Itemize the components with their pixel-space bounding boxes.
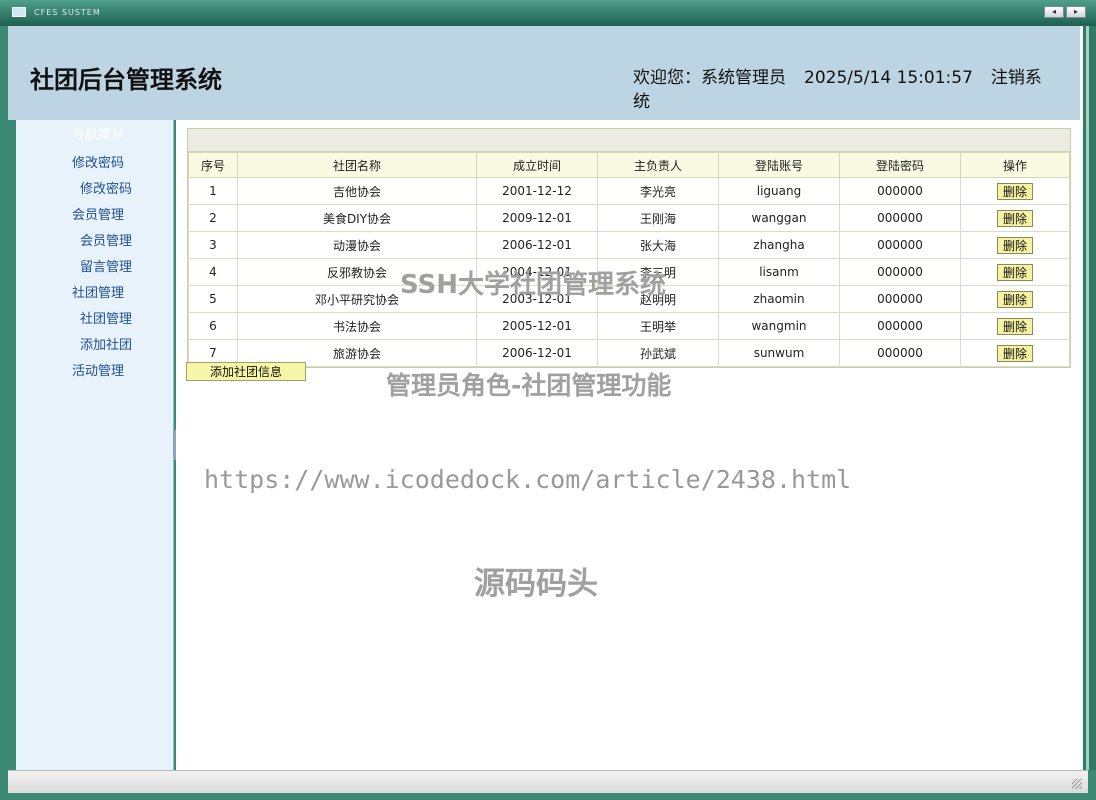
cell-leader: 张大海 [597, 231, 719, 259]
col-header: 登陆账号 [718, 152, 840, 178]
sidebar-item-members[interactable]: 会员管理 [80, 230, 132, 249]
cell-leader: 王明举 [597, 312, 719, 340]
current-datetime: 2025/5/14 15:01:57 [804, 68, 973, 88]
cell-leader: 王刚海 [597, 204, 719, 232]
cell-date: 2009-12-01 [476, 204, 598, 232]
cell-action: 删除 [960, 285, 1070, 313]
cell-password: 000000 [839, 285, 961, 313]
sidebar-group-clubs[interactable]: 社团管理 [72, 282, 124, 301]
cell-date: 2001-12-12 [476, 177, 598, 205]
cell-account: sunwum [718, 339, 840, 367]
sidebar-group-change-password[interactable]: 修改密码 [72, 152, 124, 171]
resize-grip-icon[interactable] [1072, 779, 1082, 789]
delete-button[interactable]: 删除 [997, 344, 1033, 362]
delete-button[interactable]: 删除 [997, 236, 1033, 254]
cell-name: 吉他协会 [237, 177, 477, 205]
cell-account: wanggan [718, 204, 840, 232]
cell-no: 1 [188, 177, 238, 205]
welcome-text: 欢迎您：系统管理员 [633, 68, 786, 88]
next-arrow-icon[interactable]: ▸ [1066, 6, 1086, 18]
cell-password: 000000 [839, 312, 961, 340]
cell-action: 删除 [960, 312, 1070, 340]
watermark-brand: 源码码头 [474, 566, 598, 602]
cell-password: 000000 [839, 339, 961, 367]
status-bar [8, 770, 1088, 793]
table-toolbar [188, 129, 1070, 152]
club-table: 序号 社团名称 成立时间 主负责人 登陆账号 登陆密码 操作 1 吉他协会 2001… [188, 152, 1070, 367]
sidebar: 导航菜单 修改密码 修改密码 会员管理 会员管理 留言管理 社团管理 社团管理 … [16, 120, 174, 770]
table-row: 6 书法协会 2005-12-01 王明举 wangmin 000000 删除 [188, 312, 1070, 340]
cell-password: 000000 [839, 204, 961, 232]
page-header: 社团后台管理系统 欢迎您：系统管理员 2025/5/14 15:01:57 注销系统 [8, 26, 1080, 120]
cell-password: 000000 [839, 231, 961, 259]
table-row: 2 美食DIY协会 2009-12-01 王刚海 wanggan 000000 删除 [188, 204, 1070, 232]
sidebar-item-add-club[interactable]: 添加社团 [80, 334, 132, 353]
cell-no: 4 [188, 258, 238, 286]
table-row: 1 吉他协会 2001-12-12 李光亮 liguang 000000 删除 [188, 177, 1070, 205]
main-content: 序号 社团名称 成立时间 主负责人 登陆账号 登陆密码 操作 1 吉他协会 2001… [176, 120, 1080, 770]
delete-button[interactable]: 删除 [997, 290, 1033, 308]
watermark-subtitle: 管理员角色-社团管理功能 [386, 371, 672, 400]
cell-no: 2 [188, 204, 238, 232]
window-buttons: ◂ ▸ [1044, 6, 1086, 18]
window-right-border [1080, 26, 1096, 770]
delete-button[interactable]: 删除 [997, 263, 1033, 281]
cell-name: 书法协会 [237, 312, 477, 340]
col-header: 登陆密码 [839, 152, 961, 178]
cell-leader: 李光亮 [597, 177, 719, 205]
cell-date: 2006-12-01 [476, 231, 598, 259]
table-row: 3 动漫协会 2006-12-01 张大海 zhangha 000000 删除 [188, 231, 1070, 259]
sidebar-group-activities[interactable]: 活动管理 [72, 360, 124, 379]
cell-date: 2006-12-01 [476, 339, 598, 367]
cell-account: lisanm [718, 258, 840, 286]
cell-account: liguang [718, 177, 840, 205]
cell-action: 删除 [960, 231, 1070, 259]
page-title: 社团后台管理系统 [30, 66, 222, 94]
sidebar-group-members[interactable]: 会员管理 [72, 204, 124, 223]
cell-name: 美食DIY协会 [237, 204, 477, 232]
delete-button[interactable]: 删除 [997, 182, 1033, 200]
prev-arrow-icon[interactable]: ◂ [1044, 6, 1064, 18]
app-window: CFES SUSTEM ◂ ▸ 社团后台管理系统 欢迎您：系统管理员 2025/5… [0, 0, 1096, 800]
col-header: 主负责人 [597, 152, 719, 178]
cell-date: 2005-12-01 [476, 312, 598, 340]
user-info: 欢迎您：系统管理员 2025/5/14 15:01:57 注销系统 [633, 66, 1073, 114]
delete-button[interactable]: 删除 [997, 317, 1033, 335]
sidebar-item-messages[interactable]: 留言管理 [80, 256, 132, 275]
title-bar: CFES SUSTEM ◂ ▸ [0, 0, 1096, 26]
nav-title: 导航菜单 [72, 128, 125, 143]
app-title: CFES SUSTEM [34, 8, 101, 17]
cell-no: 3 [188, 231, 238, 259]
table-header-row: 序号 社团名称 成立时间 主负责人 登陆账号 登陆密码 操作 [188, 152, 1070, 178]
sidebar-item-clubs[interactable]: 社团管理 [80, 308, 132, 327]
col-header: 成立时间 [476, 152, 598, 178]
club-table-container: 序号 社团名称 成立时间 主负责人 登陆账号 登陆密码 操作 1 吉他协会 2001… [187, 128, 1071, 368]
cell-account: wangmin [718, 312, 840, 340]
col-header: 社团名称 [237, 152, 477, 178]
cell-no: 5 [188, 285, 238, 313]
delete-button[interactable]: 删除 [997, 209, 1033, 227]
cell-account: zhaomin [718, 285, 840, 313]
add-club-button[interactable]: 添加社团信息 [186, 362, 306, 381]
cell-account: zhangha [718, 231, 840, 259]
cell-no: 6 [188, 312, 238, 340]
cell-action: 删除 [960, 258, 1070, 286]
col-header: 序号 [188, 152, 238, 178]
cell-action: 删除 [960, 339, 1070, 367]
table-row: 7 旅游协会 2006-12-01 孙武斌 sunwum 000000 删除 [188, 339, 1070, 367]
sidebar-item-change-password[interactable]: 修改密码 [80, 178, 132, 197]
cell-action: 删除 [960, 204, 1070, 232]
cell-password: 000000 [839, 258, 961, 286]
cell-leader: 孙武斌 [597, 339, 719, 367]
watermark-url: https://www.icodedock.com/article/2438.h… [204, 465, 852, 494]
cell-password: 000000 [839, 177, 961, 205]
watermark-title: SSH大学社团管理系统 [400, 270, 667, 300]
cell-action: 删除 [960, 177, 1070, 205]
cell-name: 动漫协会 [237, 231, 477, 259]
app-icon [12, 7, 26, 17]
col-header: 操作 [960, 152, 1070, 178]
